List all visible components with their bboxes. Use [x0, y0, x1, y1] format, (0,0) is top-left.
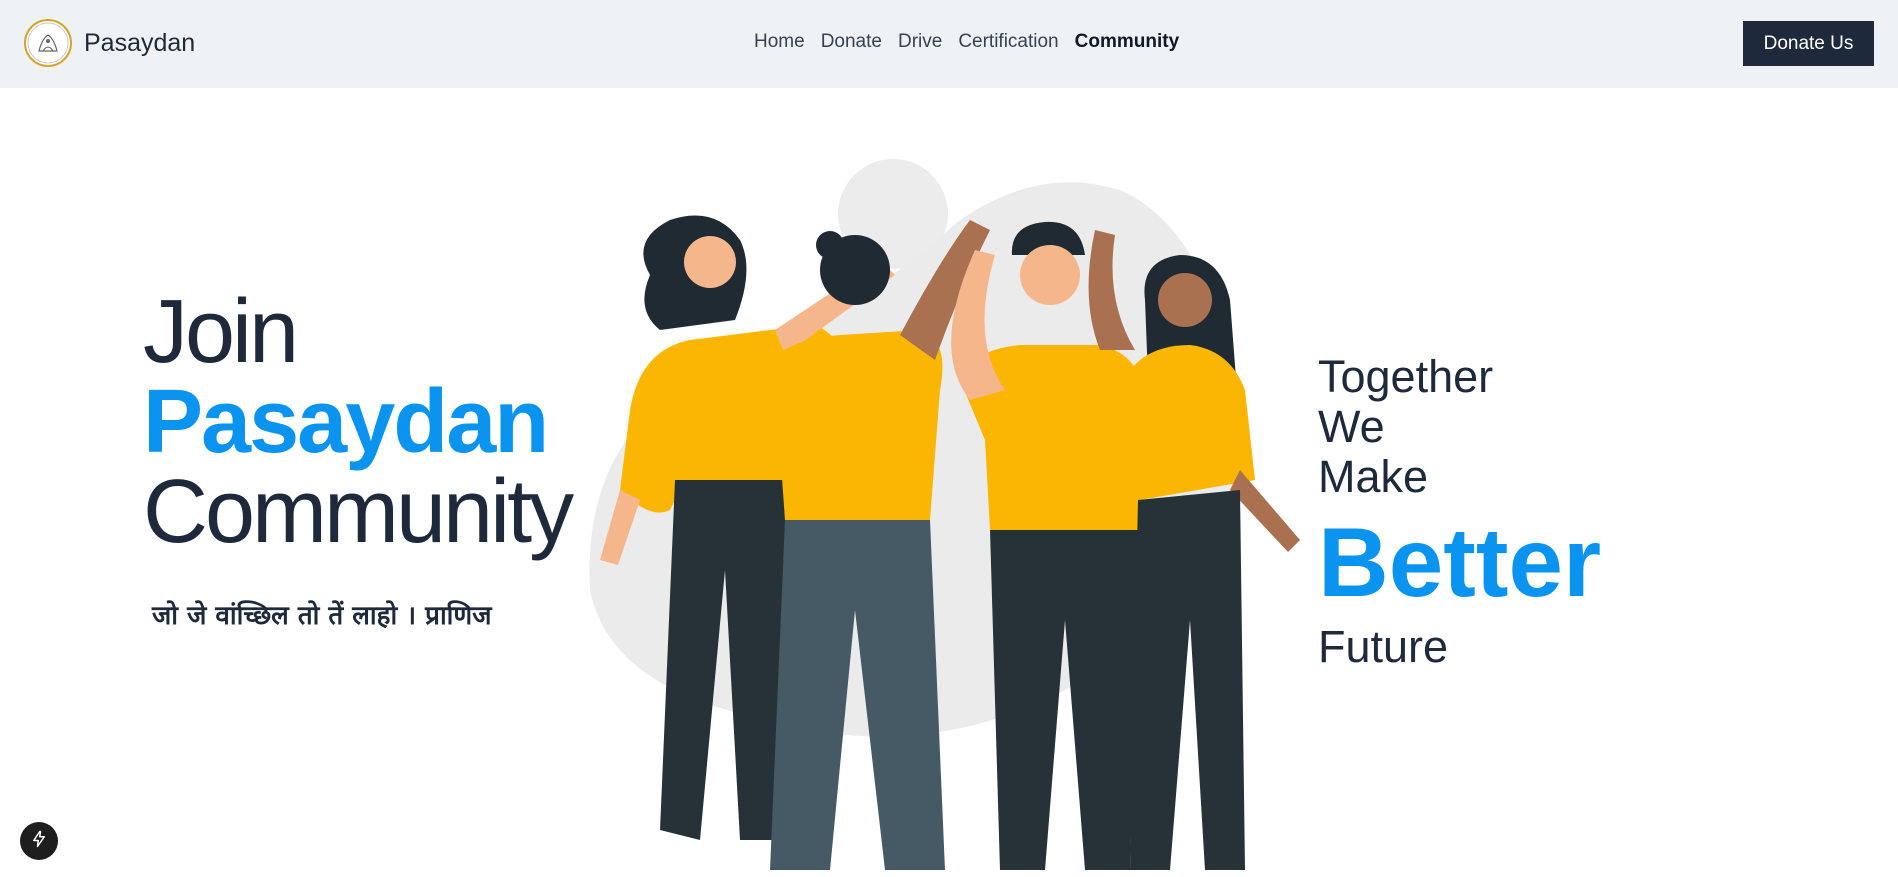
- slogan-future: Future: [1318, 621, 1449, 672]
- brand-link[interactable]: Pasaydan: [24, 19, 195, 67]
- slogan-make: Make: [1318, 451, 1429, 502]
- nav-home[interactable]: Home: [754, 31, 805, 53]
- nav-donate[interactable]: Donate: [821, 31, 882, 53]
- logo: [24, 19, 72, 67]
- slogan-together: Together: [1318, 351, 1494, 402]
- hero-headline: Join Pasaydan Community: [143, 282, 574, 562]
- nav-drive[interactable]: Drive: [898, 31, 942, 53]
- brand-name: Pasaydan: [84, 28, 196, 57]
- hero-community: Community: [143, 462, 574, 562]
- navbar: Pasaydan Home Donate Drive Certification…: [0, 0, 1898, 88]
- donate-us-button[interactable]: Donate Us: [1743, 21, 1874, 66]
- nav-links: Home Donate Drive Certification Communit…: [754, 31, 1195, 53]
- hero-pasaydan: Pasaydan: [143, 372, 549, 472]
- slogan-better: Better: [1318, 507, 1602, 617]
- floating-action-button[interactable]: [20, 822, 58, 860]
- nav-certification[interactable]: Certification: [958, 31, 1058, 53]
- lightning-icon: [30, 830, 48, 853]
- community-illustration: [589, 159, 1300, 870]
- right-slogan: Together We Make Better Future: [1318, 352, 1601, 672]
- hero-tagline: जो जे वांच्छिल तो तें लाहो । प्राणिज: [152, 601, 492, 631]
- hero-join: Join: [143, 282, 299, 382]
- slogan-we: We: [1318, 401, 1385, 452]
- nav-community[interactable]: Community: [1075, 31, 1180, 53]
